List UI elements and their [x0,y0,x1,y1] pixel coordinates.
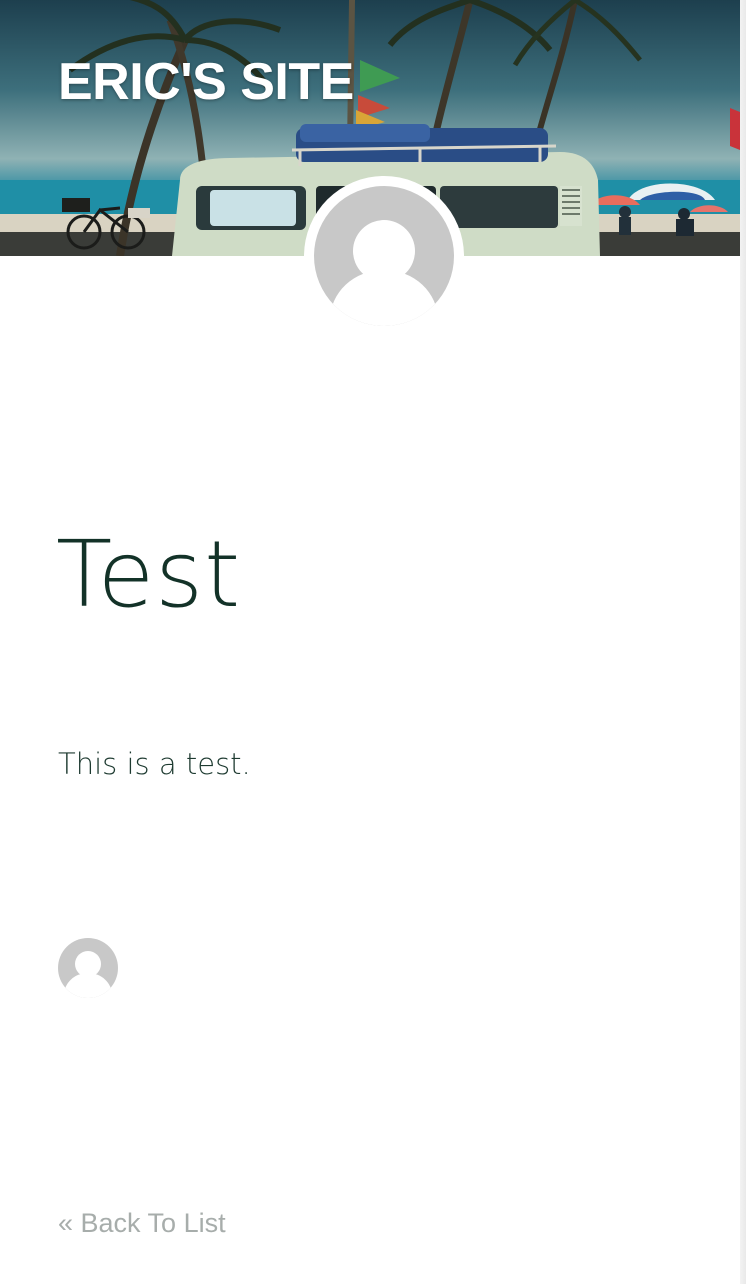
post-body: This is a test. [58,747,251,781]
window-edge [740,0,746,1284]
back-to-list-link[interactable]: « Back To List [58,1205,226,1241]
site-title[interactable]: ERIC'S SITE [58,52,354,112]
post-title: Test [56,521,242,628]
page: ERIC'S SITE Test This is a test. « Back … [0,0,740,1284]
comment-author-avatar-icon [58,938,118,998]
author-avatar-icon [314,186,454,326]
